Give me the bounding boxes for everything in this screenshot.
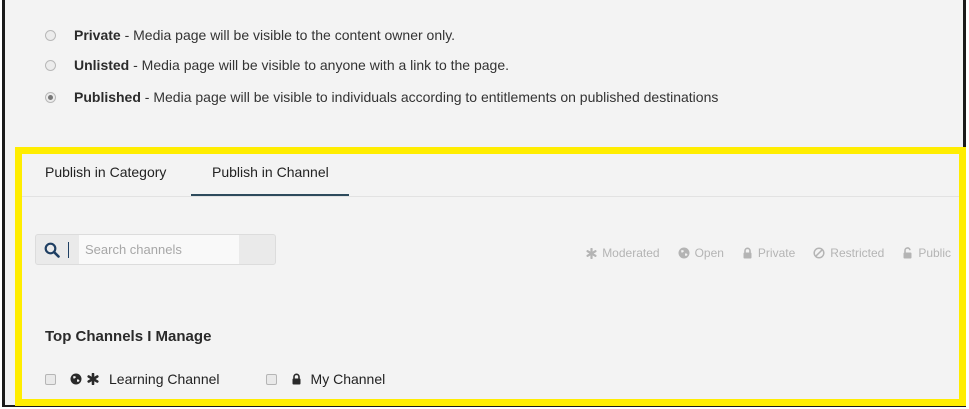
search-divider [68,241,69,258]
privacy-description: - Media page will be visible to anyone w… [129,57,510,73]
legend-open: Open [678,246,724,260]
channel-checkbox[interactable] [45,373,56,385]
channel-item-learning-channel[interactable]: Learning Channel [45,371,220,387]
radio-private[interactable] [45,29,56,41]
legend-restricted: Restricted [813,246,884,260]
search-icon[interactable] [36,242,68,258]
asterisk-icon [586,247,597,259]
radio-unlisted[interactable] [45,59,56,71]
publish-tabs: Publish in Category Publish in Channel [22,154,959,197]
legend-private: Private [742,246,795,260]
asterisk-icon [87,373,99,385]
channel-checkbox[interactable] [265,373,277,385]
lock-icon [292,373,301,385]
legend-label: Restricted [830,246,885,260]
channel-item-my-channel[interactable]: My Channel [265,371,386,387]
legend-moderated: Moderated [586,246,660,260]
publish-panel: Publish in Category Publish in Channel M… [15,147,966,406]
globe-icon [678,247,690,259]
privacy-options: Private - Media page will be visible to … [5,0,963,147]
legend-label: Moderated [602,246,660,260]
channel-type-legend: Moderated Open Private Restricted Public [568,246,951,260]
search-input[interactable] [79,235,239,264]
globe-icon [70,373,82,385]
channel-search [35,234,276,265]
unlock-icon [903,247,912,259]
legend-public: Public [902,246,951,260]
lock-icon [743,247,752,259]
privacy-description: - Media page will be visible to the cont… [120,27,456,43]
legend-label: Private [757,246,796,260]
tab-publish-in-category[interactable]: Publish in Category [45,164,166,180]
active-tab-indicator [191,194,349,196]
legend-label: Public [918,246,951,260]
ban-icon [813,247,825,259]
channel-label: Learning Channel [109,371,220,387]
privacy-option-private[interactable]: Private - Media page will be visible to … [45,27,455,43]
legend-label: Open [694,246,724,260]
privacy-title: Private [74,27,121,43]
tab-publish-in-channel[interactable]: Publish in Channel [212,164,329,180]
channel-list: Learning Channel My Channel [45,371,431,387]
section-title: Top Channels I Manage [45,328,212,345]
channel-label: My Channel [310,371,386,387]
privacy-option-published[interactable]: Published - Media page will be visible t… [45,89,718,105]
privacy-description: - Media page will be visible to individu… [140,89,719,105]
privacy-option-unlisted[interactable]: Unlisted - Media page will be visible to… [45,57,509,73]
privacy-title: Unlisted [74,57,130,73]
privacy-title: Published [74,89,141,105]
radio-published[interactable] [45,91,56,103]
